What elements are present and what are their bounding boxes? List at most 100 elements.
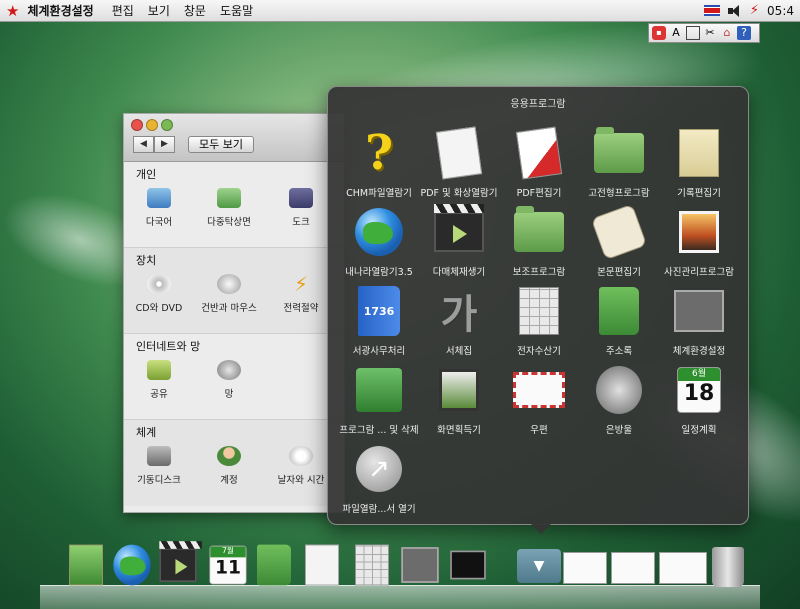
- app-screenshot[interactable]: 화면획득기: [417, 364, 501, 436]
- forward-button[interactable]: ▶: [154, 136, 175, 153]
- flag-icon[interactable]: [703, 5, 720, 16]
- menu-edit[interactable]: 편집: [112, 2, 134, 19]
- app-label: PDF편집기: [516, 188, 562, 199]
- dock-media-player[interactable]: [156, 541, 202, 587]
- pref-label: 다국어: [145, 217, 173, 228]
- prefs-section-system: 체계 기동디스크 계정 날자와 시간: [124, 420, 344, 506]
- show-all-button[interactable]: 모두 보기: [188, 136, 254, 153]
- app-eunbangul[interactable]: 은방울: [577, 364, 661, 436]
- sweep-icon[interactable]: ✂: [703, 26, 717, 40]
- app-label: 다매체재생기: [432, 267, 486, 278]
- dock-terminal[interactable]: [446, 543, 490, 587]
- clapperboard-icon: [159, 541, 202, 582]
- dock-minimized-window[interactable]: [611, 552, 655, 584]
- app-naenara-browser[interactable]: 내나라열람기3.5: [337, 206, 421, 278]
- app-address-book[interactable]: 주소록: [577, 285, 661, 357]
- menu-help[interactable]: 도움말: [220, 2, 253, 19]
- dock-address-book[interactable]: [252, 543, 296, 587]
- app-label: 기록편집기: [677, 188, 721, 199]
- clapperboard-icon: [434, 204, 484, 252]
- pref-label: 다중탁상면: [207, 217, 251, 228]
- close-button[interactable]: [131, 119, 143, 131]
- app-note-editor[interactable]: 기록편집기: [657, 127, 741, 199]
- pref-cd-dvd[interactable]: CD와 DVD: [122, 274, 196, 314]
- app-office[interactable]: 1736 서광사무처리: [337, 285, 421, 357]
- app-font-book[interactable]: 가 서체집: [417, 285, 501, 357]
- disk-icon: [147, 446, 171, 466]
- pref-accounts[interactable]: 계정: [192, 446, 266, 486]
- ime-mode-label[interactable]: A: [669, 26, 683, 40]
- volume-icon[interactable]: [727, 4, 742, 17]
- pref-keyboard-mouse[interactable]: 건반과 마우스: [192, 274, 266, 314]
- menu-app-name[interactable]: 체계환경설정: [27, 2, 93, 19]
- zoom-button[interactable]: [161, 119, 173, 131]
- back-button[interactable]: ◀: [133, 136, 154, 153]
- dock-minimized-window[interactable]: [659, 552, 707, 584]
- app-open-in-finder[interactable]: ↗ 파일열람...서 열기: [337, 443, 421, 515]
- finder-icon: [69, 544, 103, 586]
- layout-icon[interactable]: [686, 26, 700, 40]
- language-icon: [147, 188, 171, 208]
- app-label: 화면획득기: [437, 425, 481, 436]
- app-text-editor[interactable]: 본문편집기: [577, 203, 661, 278]
- spaces-icon: [217, 188, 241, 208]
- menu-window[interactable]: 창문: [184, 2, 206, 19]
- battery-icon[interactable]: ⚡: [750, 3, 759, 18]
- app-label: 우편: [530, 425, 548, 436]
- scroll-pen-icon: [590, 203, 648, 261]
- dock-applications-stack[interactable]: ▼: [517, 549, 561, 583]
- help-icon[interactable]: ?: [737, 26, 751, 40]
- pref-label: 건반과 마우스: [201, 303, 257, 314]
- address-book-icon: [257, 544, 291, 586]
- pref-startup-disk[interactable]: 기동디스크: [122, 446, 196, 486]
- input-method-bar: ▪ A ✂ ⌂ ?: [648, 23, 760, 43]
- energy-bolt-icon: ⚡: [293, 272, 309, 296]
- menu-clock[interactable]: 05:4: [767, 4, 794, 18]
- app-photo-manager[interactable]: 사진관리프로그람: [657, 206, 741, 278]
- dock-preview[interactable]: [300, 543, 344, 587]
- minimize-button[interactable]: [146, 119, 158, 131]
- clock-icon: [289, 446, 313, 466]
- app-mail[interactable]: 우편: [497, 364, 581, 436]
- terminal-icon: [450, 550, 486, 580]
- dock-browser[interactable]: [110, 543, 154, 587]
- dock-calendar[interactable]: 7월 11: [206, 543, 250, 587]
- dock-system-preferences[interactable]: [398, 543, 442, 587]
- app-utilities[interactable]: 보조프로그람: [497, 206, 581, 278]
- pref-label: 전력절약: [283, 303, 319, 314]
- dock-minimized-window[interactable]: [563, 552, 607, 584]
- calendar-month: 6월: [678, 368, 720, 381]
- trash-icon[interactable]: [712, 547, 744, 587]
- app-chm-viewer[interactable]: ? CHM파일열람기: [337, 125, 421, 199]
- pref-label: 망: [224, 389, 234, 400]
- utilities-folder-icon: [514, 206, 564, 252]
- menu-view[interactable]: 보기: [148, 2, 170, 19]
- calendar-icon: 7월 11: [209, 545, 247, 585]
- pref-language[interactable]: 다국어: [122, 188, 196, 228]
- tools-icon: [401, 547, 439, 583]
- close-icon[interactable]: ▪: [652, 26, 666, 40]
- window-titlebar: ◀ ▶ 모두 보기: [124, 114, 344, 162]
- dock-finder[interactable]: [64, 543, 108, 587]
- app-label: 서체집: [445, 346, 473, 357]
- app-classic-programs[interactable]: 고전형프로그람: [577, 127, 661, 199]
- app-program-installer[interactable]: 프로그람 ... 및 삭제: [337, 364, 421, 436]
- app-calendar[interactable]: 6월 18 일정계획: [657, 364, 741, 436]
- screenshot-icon: [439, 369, 479, 411]
- app-pdf-image-viewer[interactable]: PDF 및 화상열람기: [417, 126, 501, 199]
- pref-sharing[interactable]: 공유: [122, 360, 196, 400]
- app-pdf-editor[interactable]: PDF편집기: [497, 126, 581, 199]
- app-media-player[interactable]: 다매체재생기: [417, 204, 501, 278]
- pref-network[interactable]: 망: [192, 360, 266, 400]
- prefs-section-personal: 개인 다국어 다중탁상면 도크: [124, 162, 344, 248]
- envelope-icon: [513, 372, 565, 408]
- pref-spaces[interactable]: 다중탁상면: [192, 188, 266, 228]
- app-calculator[interactable]: 전자수산기: [497, 285, 581, 357]
- notepad-icon: [679, 129, 719, 177]
- toolbox-icon[interactable]: ⌂: [720, 26, 734, 40]
- red-star-icon[interactable]: ★: [6, 2, 19, 20]
- pref-label: 도크: [292, 217, 310, 228]
- app-system-preferences[interactable]: 체계환경설정: [657, 285, 741, 357]
- network-globe-icon: [217, 360, 241, 380]
- dock-calculator[interactable]: [350, 543, 394, 587]
